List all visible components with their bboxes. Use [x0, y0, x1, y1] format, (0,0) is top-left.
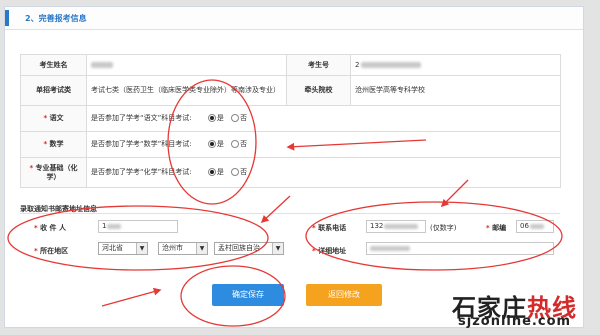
recipient-label: * 收 件 人 [34, 224, 66, 232]
chinese-yes-radio[interactable] [207, 114, 216, 122]
phone-value: 132 [370, 222, 384, 230]
chevron-down-icon: ▼ [196, 243, 207, 254]
zip-label: * 邮编 [486, 224, 507, 232]
county-select[interactable]: 孟村回族自治 ▼ [214, 242, 284, 255]
save-button[interactable]: 确定保存 [212, 284, 284, 306]
back-button[interactable]: 返回修改 [306, 284, 382, 306]
exam-category-label: 单招考试类 [20, 75, 87, 106]
phone-label: * 联系电话 [312, 224, 347, 232]
zip-input[interactable]: 06 [516, 220, 554, 233]
phone-input[interactable]: 132 [366, 220, 426, 233]
chevron-down-icon: ▼ [272, 243, 283, 254]
chemistry-no-text: 否 [240, 168, 248, 176]
lead-school-label: 牵头院校 [286, 75, 351, 106]
recipient-input[interactable]: 1 [98, 220, 178, 233]
detail-address-label-text: 详细地址 [318, 247, 347, 255]
chinese-question: 是否参加了学考“语文”科目考试: [91, 114, 192, 122]
math-no-text: 否 [240, 140, 248, 148]
math-label-text: 数学 [49, 140, 64, 148]
table-row: 单招考试类 考试七类（医药卫生（临床医学类专业除外）等南涉及专业） 牵头院校 沧… [20, 75, 561, 106]
section-header: 2、完善报考信息 [5, 7, 583, 30]
chinese-question-cell: 是否参加了学考“语文”科目考试: 是 否 [86, 105, 561, 132]
detail-address-input[interactable] [366, 242, 554, 255]
info-table: 考生姓名 考生号 2 单招考试类 考试七类（医药卫生（临床医学类专业除外）等南涉… [20, 54, 561, 188]
section-accent-bar [5, 10, 9, 26]
zip-value: 06 [520, 222, 529, 230]
city-select[interactable]: 沧州市 ▼ [158, 242, 208, 255]
detail-address-label: * 详细地址 [312, 247, 347, 255]
recipient-value: 1 [102, 222, 107, 230]
exam-category-value: 考试七类（医药卫生（临床医学类专业除外）等南涉及专业） [86, 75, 287, 106]
chemistry-no-radio[interactable] [231, 168, 240, 176]
region-label-text: 所在地区 [40, 247, 69, 255]
name-value [86, 54, 287, 76]
watermark-url: sjzonline.com [458, 314, 572, 329]
city-value: 沧州市 [162, 244, 183, 252]
math-question-cell: 是否参加了学考“数学”科目考试: 是 否 [86, 131, 561, 158]
math-yes-radio[interactable] [207, 140, 216, 148]
chemistry-label: * 专业基础（化学） [20, 157, 87, 188]
table-row: 考生姓名 考生号 2 [20, 54, 561, 76]
candidate-no-label: 考生号 [286, 54, 351, 76]
chinese-label-text: 语文 [49, 114, 64, 122]
section-title: 2、完善报考信息 [25, 14, 87, 23]
province-select[interactable]: 河北省 ▼ [98, 242, 148, 255]
candidate-no-prefix: 2 [355, 60, 360, 69]
table-row: * 语文 是否参加了学考“语文”科目考试: 是 否 [20, 105, 561, 132]
chemistry-question-cell: 是否参加了学考“化学”科目考试: 是 否 [86, 157, 561, 188]
math-no-radio[interactable] [231, 140, 240, 148]
province-value: 河北省 [102, 244, 123, 252]
chemistry-label-text: 专业基础（化学） [35, 163, 78, 181]
chinese-no-radio[interactable] [231, 114, 240, 122]
table-row: * 数学 是否参加了学考“数学”科目考试: 是 否 [20, 131, 561, 158]
chinese-no-text: 否 [240, 114, 248, 122]
region-label: * 所在地区 [34, 247, 69, 255]
chinese-yes-text: 是 [216, 114, 224, 122]
math-label: * 数学 [20, 131, 87, 158]
chinese-label: * 语文 [20, 105, 87, 132]
address-divider [20, 213, 560, 214]
zip-label-text: 邮编 [492, 224, 507, 232]
phone-hint: (仅数字) [430, 224, 457, 232]
chemistry-yes-radio[interactable] [207, 168, 216, 176]
candidate-no-value: 2 [350, 54, 561, 76]
lead-school-value: 沧州医学高等专科学校 [350, 75, 561, 106]
math-question: 是否参加了学考“数学”科目考试: [91, 140, 192, 148]
recipient-label-text: 收 件 人 [40, 224, 66, 232]
name-label: 考生姓名 [20, 54, 87, 76]
chevron-down-icon: ▼ [136, 243, 147, 254]
county-value: 孟村回族自治 [218, 244, 260, 252]
table-row: * 专业基础（化学） 是否参加了学考“化学”科目考试: 是 否 [20, 157, 561, 188]
chemistry-question: 是否参加了学考“化学”科目考试: [91, 168, 192, 176]
phone-label-text: 联系电话 [318, 224, 347, 232]
math-yes-text: 是 [216, 140, 224, 148]
chemistry-yes-text: 是 [216, 168, 224, 176]
